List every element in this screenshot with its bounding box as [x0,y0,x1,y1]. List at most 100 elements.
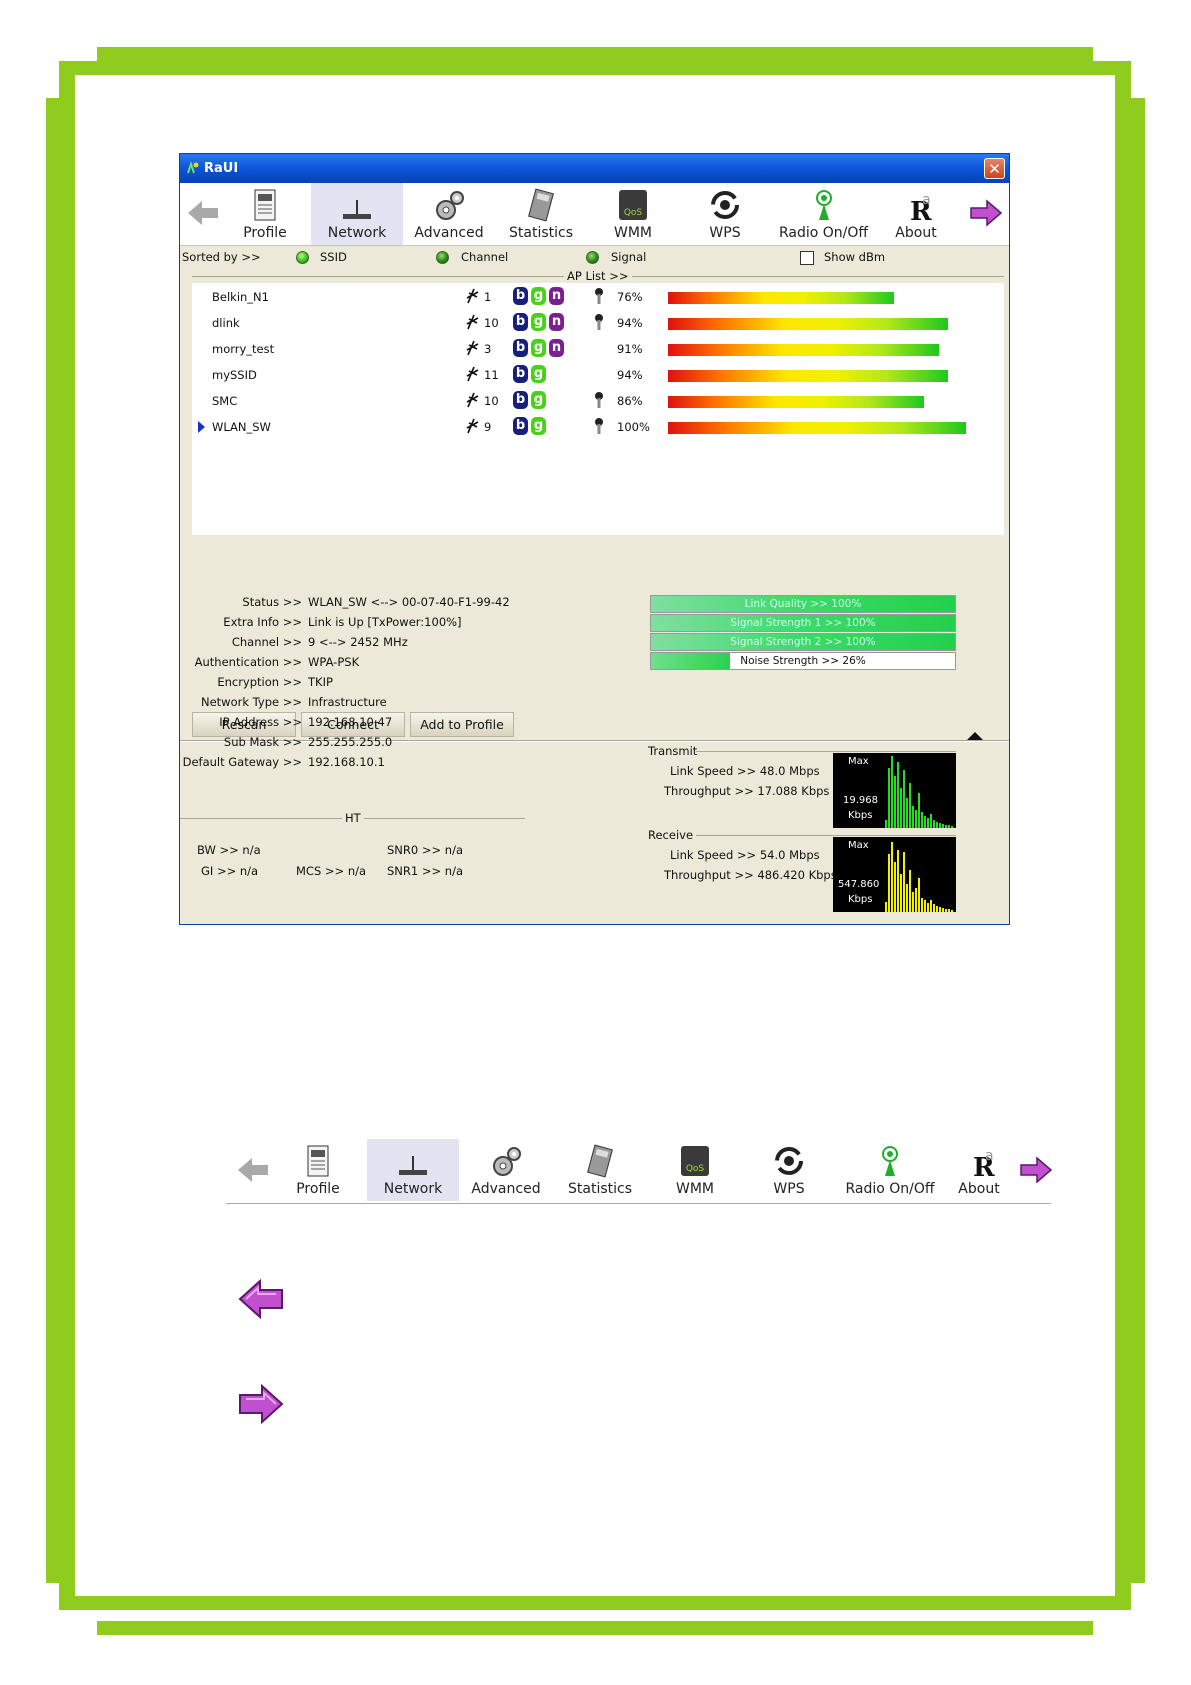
ap-list-row[interactable]: Belkin_N1 1 b g n 76% [192,285,1004,309]
ap-signal-bar [668,396,924,408]
show-dbm-label: Show dBm [824,250,886,264]
doc-toolbar-radio-label: Radio On/Off [845,1181,935,1197]
graph-bar [924,900,926,912]
channel-icon [466,418,479,434]
doc-toolbar-advanced[interactable]: Advanced [460,1139,552,1201]
sort-channel-label: Channel [461,250,509,264]
sort-ssid-label: SSID [320,250,347,264]
close-button[interactable]: ✕ [984,158,1005,179]
transmit-graph: Max 19.968 Kbps [833,753,956,828]
doc-toolbar-wps[interactable]: WPS [743,1139,835,1201]
doc-toolbar-network[interactable]: Network [367,1139,459,1201]
ap-ssid: Belkin_N1 [212,290,269,304]
statistics-icon [528,188,554,222]
ap-signal-bar [668,370,948,382]
selected-row-indicator-icon [198,421,205,433]
ap-ssid: dlink [212,316,240,330]
key-icon [595,288,603,304]
doc-back-arrow-icon[interactable] [236,1155,270,1185]
graph-bar [906,798,908,828]
ap-channel: 9 [484,420,492,434]
transmit-graph-max: Max [848,756,869,767]
toolbar-about[interactable]: R a About [876,183,956,245]
mode-g-badge: g [531,313,546,331]
toolbar-advanced[interactable]: Advanced [403,183,495,245]
toolbar-statistics[interactable]: Statistics [495,183,587,245]
graph-bar [915,888,917,912]
sort-signal-radio[interactable] [586,251,599,264]
ap-list-row[interactable]: SMC 10 b g 86% [192,389,1004,413]
status-value: Link is Up [TxPower:100%] [308,615,462,629]
back-arrow-icon[interactable] [186,198,220,228]
graph-bar [927,818,929,828]
mode-n-badge: n [549,313,564,331]
mode-g-badge: g [531,391,546,409]
transmit-graph-unit: Kbps [848,810,873,821]
graph-bar [888,854,890,912]
ap-signal-percent: 86% [617,394,643,408]
forward-arrow-icon[interactable] [969,198,1003,228]
section-divider-highlight [180,741,1009,742]
key-icon [595,418,603,434]
doc-toolbar-about[interactable]: R a About [944,1139,1014,1201]
ap-ssid: SMC [212,394,238,408]
graph-bar [906,884,908,912]
doc-network-icon [399,1156,427,1175]
channel-icon [466,288,479,304]
ht-snr1: SNR1 >> n/a [387,864,464,878]
svg-text:a: a [922,192,931,208]
graph-bar [933,820,935,828]
graph-bar [945,909,947,912]
main-toolbar: Profile Network Advanced Statistics QoS … [180,183,1009,246]
toolbar-about-label: About [895,225,937,241]
toolbar-network[interactable]: Network [311,183,403,245]
doc-radio-icon [882,1146,898,1176]
ap-list-row[interactable]: morry_test 3 b g n 91% [192,337,1004,361]
doc-toolbar-wmm[interactable]: QoS WMM [649,1139,741,1201]
ap-channel: 10 [484,316,499,330]
doc-toolbar-radio[interactable]: Radio On/Off [836,1139,944,1201]
toolbar-profile[interactable]: Profile [219,183,311,245]
doc-forward-arrow-icon[interactable] [1019,1155,1053,1185]
ht-gi: GI >> n/a [201,864,259,878]
collapse-arrow-icon[interactable] [967,732,983,740]
graph-bar [948,825,950,828]
ap-ssid: mySSID [212,368,257,382]
sort-ssid-radio[interactable] [296,251,309,264]
graph-bar [891,842,893,912]
ap-list-row[interactable]: WLAN_SW 9 b g 100% [192,415,1004,439]
status-value: 192.168.10.1 [308,755,385,769]
status-label: Encryption >> [217,675,302,689]
ap-list-row[interactable]: dlink 10 b g n 94% [192,311,1004,335]
doc-toolbar-wmm-label: WMM [675,1181,714,1197]
ap-signal-percent: 94% [617,316,643,330]
doc-toolbar-profile[interactable]: Profile [272,1139,364,1201]
status-value: Infrastructure [308,695,387,709]
meter: Signal Strength 1 >> 100% [650,614,956,632]
ap-channel: 10 [484,394,499,408]
key-icon [595,314,603,330]
toolbar-wmm[interactable]: QoS WMM [587,183,679,245]
toolbar-radio[interactable]: Radio On/Off [771,183,876,245]
toolbar-wps[interactable]: WPS [679,183,771,245]
status-value: WLAN_SW <--> 00-07-40-F1-99-42 [308,595,510,609]
status-value: 192.168.10.47 [308,715,393,729]
sort-channel-radio[interactable] [436,251,449,264]
doc-toolbar: Profile Network Advanced Statistics QoS … [226,1139,1053,1204]
status-label: Sub Mask >> [223,735,302,749]
graph-bar [948,909,950,912]
profile-icon [254,189,276,221]
about-icon: R a [910,192,932,224]
doc-toolbar-statistics[interactable]: Statistics [554,1139,646,1201]
status-label: Default Gateway >> [182,755,302,769]
ap-list-row[interactable]: mySSID 11 b g 94% [192,363,1004,387]
channel-icon [466,314,479,330]
ap-list[interactable]: Belkin_N1 1 b g n 76% dlink 10 b g n 94% morry_test 3… [192,283,1004,535]
show-dbm-checkbox[interactable] [800,251,814,265]
add-to-profile-button[interactable]: Add to Profile [410,712,514,737]
doc-wps-icon [775,1147,803,1175]
graph-bar [912,806,914,828]
graph-bar [900,788,902,828]
sorted-by-label: Sorted by >> [182,250,261,264]
status-value: 255.255.255.0 [308,735,393,749]
